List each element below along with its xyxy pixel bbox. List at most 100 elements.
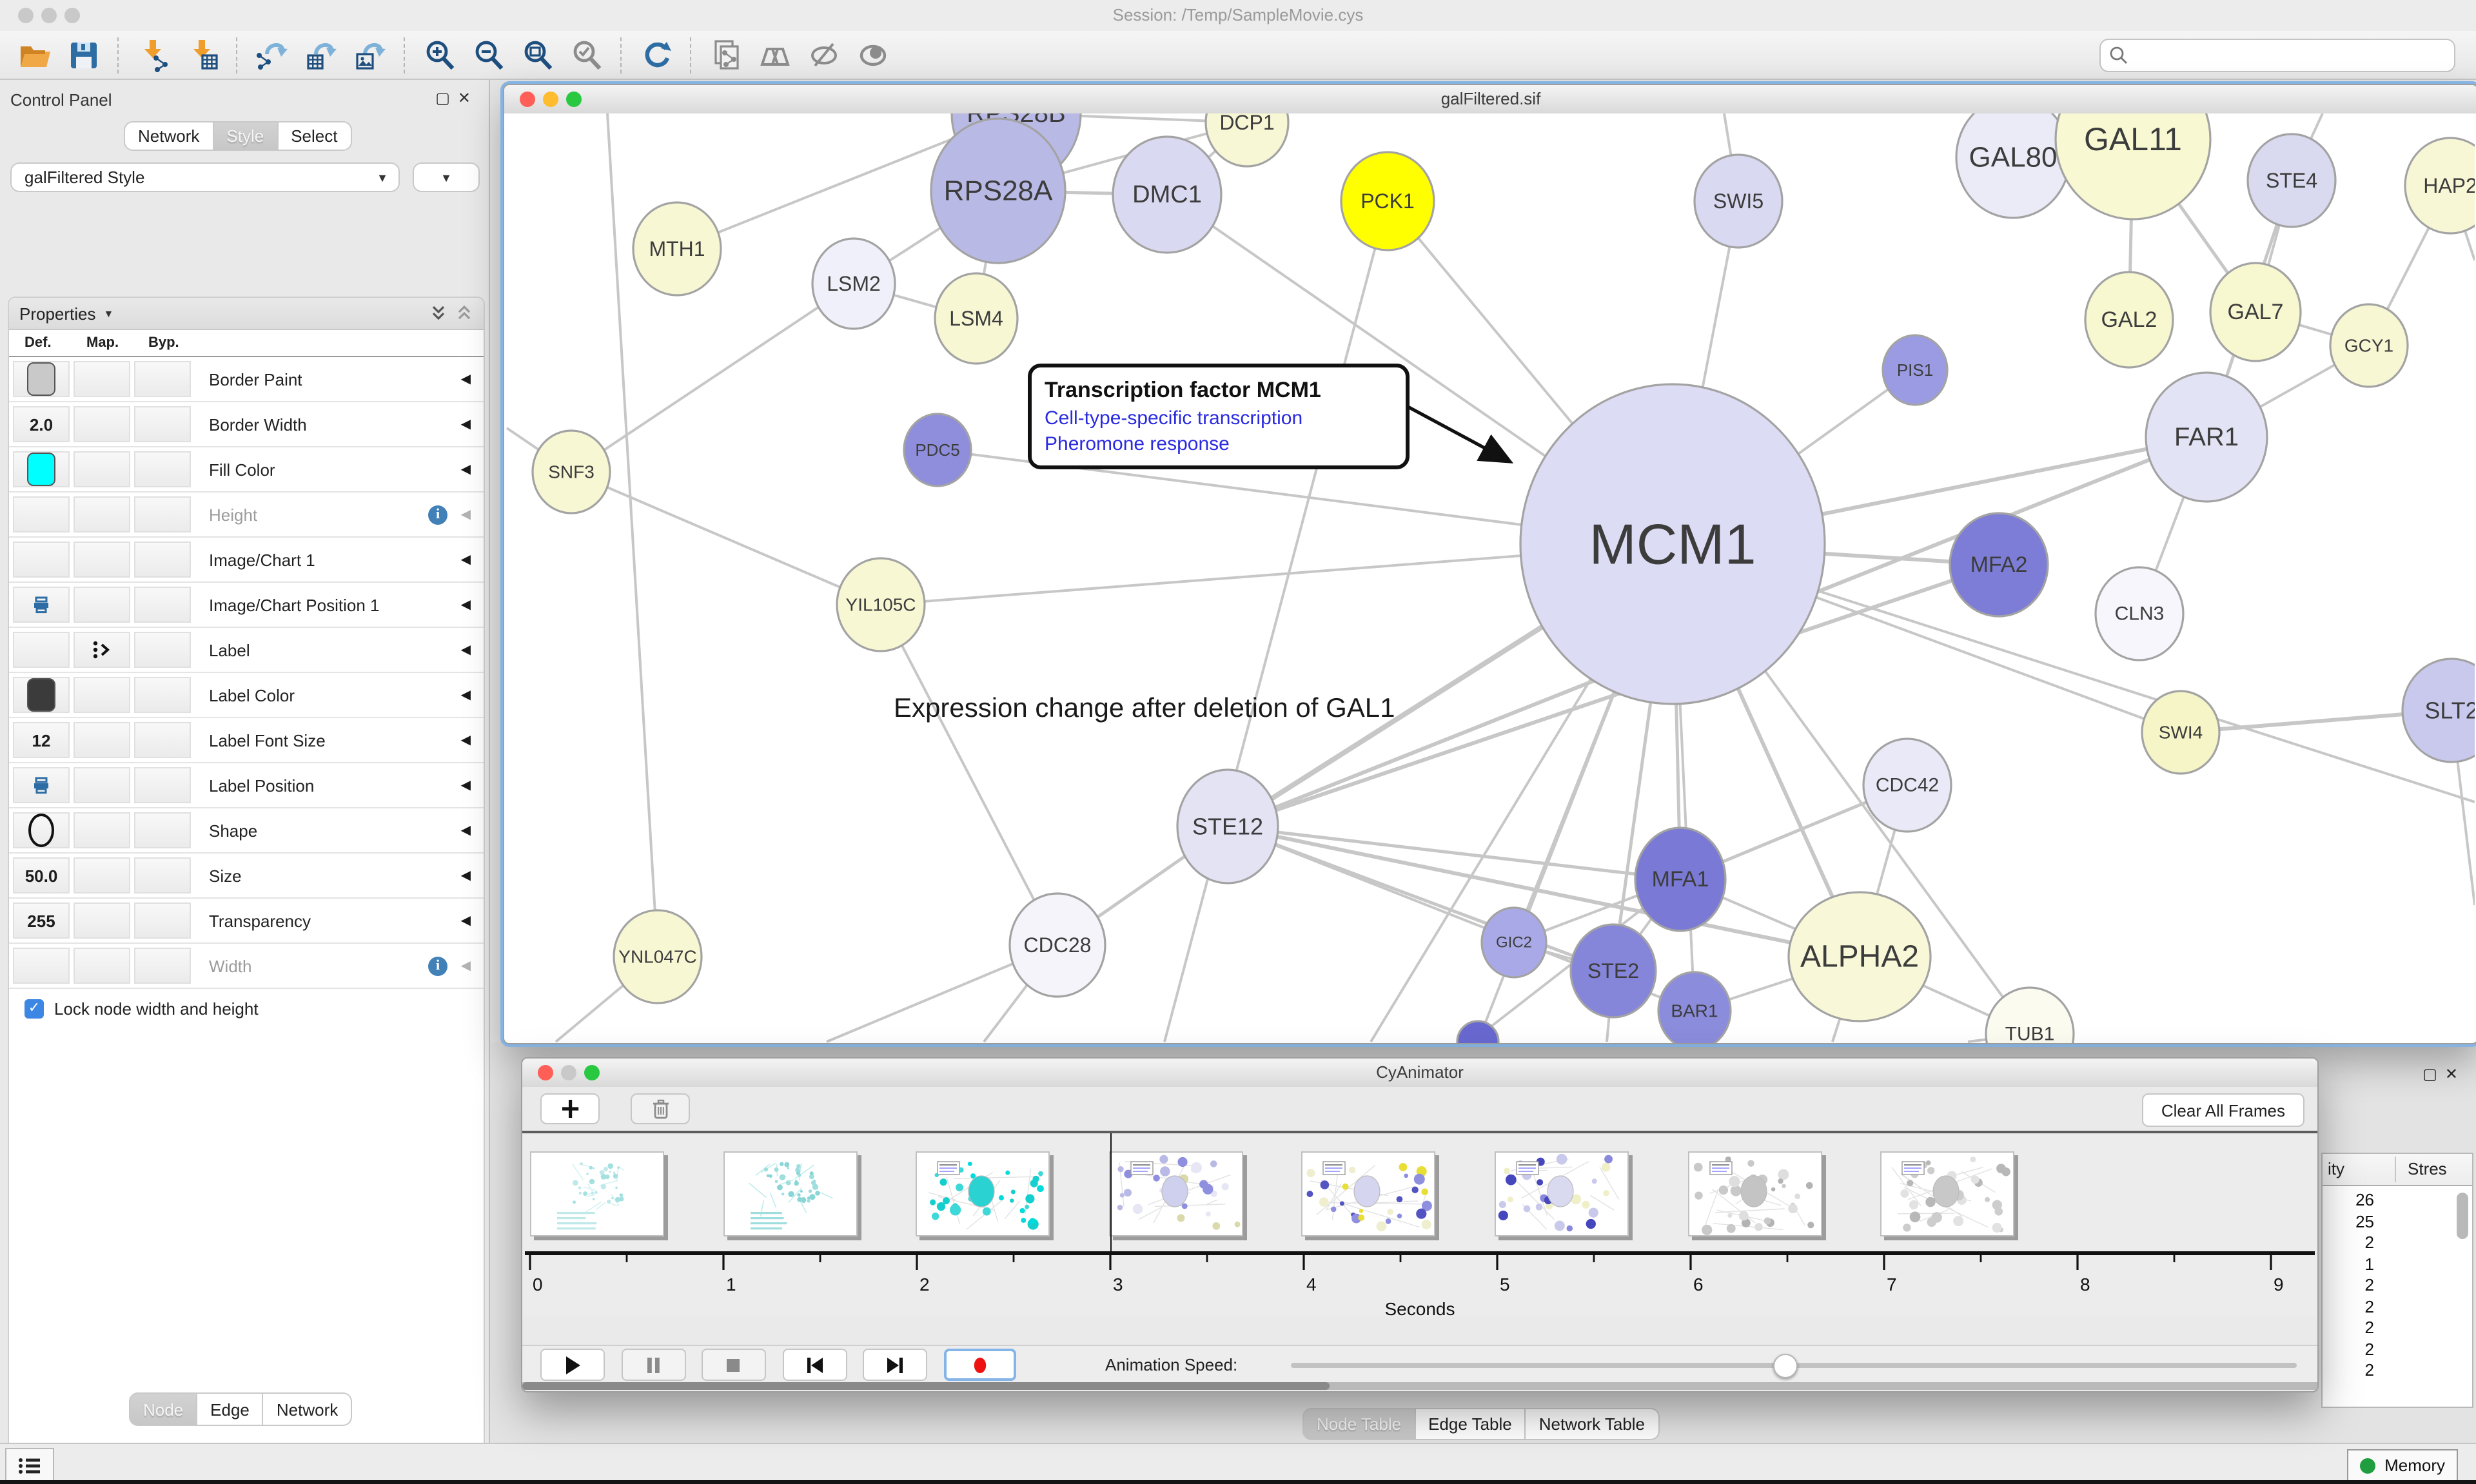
frame-thumbnail-5[interactable] (1495, 1151, 1629, 1236)
node-cdc42[interactable]: CDC42 (1863, 739, 1951, 832)
tab-select[interactable]: Select (278, 121, 351, 151)
node-rps28a[interactable]: RPS28A (931, 119, 1065, 263)
tab-style[interactable]: Style (213, 121, 278, 151)
map-value-cell[interactable] (74, 361, 130, 397)
expand-row-icon[interactable]: ◀ (461, 507, 471, 522)
scrollbar-thumb[interactable] (522, 1382, 1330, 1390)
node-pdc5[interactable]: PDC5 (904, 414, 971, 486)
style-options-button[interactable]: ▼ (413, 162, 480, 192)
close-panel-icon[interactable]: ✕ (2445, 1065, 2466, 1083)
node-ste4[interactable]: STE4 (2248, 134, 2335, 227)
next-frame-button[interactable] (863, 1349, 927, 1381)
property-row-label[interactable]: Label◀ (9, 628, 484, 673)
collapse-all-icon[interactable] (455, 304, 473, 322)
panel-tab-edge[interactable]: Edge (197, 1392, 264, 1426)
def-value-cell[interactable] (13, 587, 70, 623)
network-canvas[interactable]: RPS28BDCP1RPS28ADMC1PCK1SWI5GAL80GAL11ST… (504, 113, 2476, 1043)
timeline-scrollbar[interactable] (522, 1382, 2317, 1390)
node-mfa2[interactable]: MFA2 (1950, 513, 2048, 616)
map-value-cell[interactable] (74, 812, 130, 848)
network-window-titlebar[interactable]: galFiltered.sif (504, 85, 2476, 115)
property-row-image-chart-position-1[interactable]: Image/Chart Position 1◀ (9, 583, 484, 628)
byp-value-cell[interactable] (134, 361, 191, 397)
property-row-height[interactable]: Heighti◀ (9, 493, 484, 538)
tab-network[interactable]: Network (124, 121, 213, 151)
property-row-label-position[interactable]: Label Position◀ (9, 763, 484, 808)
byp-value-cell[interactable] (134, 496, 191, 532)
node-gal80[interactable]: GAL80 (1956, 113, 2070, 218)
save-session-icon[interactable] (64, 35, 103, 74)
open-session-icon[interactable] (15, 35, 54, 74)
node-ynl047c[interactable]: YNL047C (614, 910, 702, 1003)
node-mfa1[interactable]: MFA1 (1635, 828, 1725, 931)
map-value-cell[interactable] (74, 767, 130, 803)
table-scrollbar[interactable] (2457, 1193, 2468, 1239)
import-network-icon[interactable] (134, 35, 173, 74)
column-header-stress[interactable]: Stres (2408, 1159, 2447, 1178)
expand-row-icon[interactable]: ◀ (461, 778, 471, 792)
stop-button[interactable] (702, 1349, 766, 1381)
node-lsm4[interactable]: LSM4 (935, 273, 1017, 364)
expand-row-icon[interactable]: ◀ (461, 959, 471, 973)
def-value-cell[interactable]: 50.0 (13, 857, 70, 893)
expand-row-icon[interactable]: ◀ (461, 598, 471, 612)
frame-thumbnail-2[interactable] (916, 1151, 1050, 1236)
show-graphics-details-icon[interactable] (854, 35, 892, 74)
lock-size-checkbox[interactable]: ✓ (25, 999, 44, 1019)
find-icon[interactable] (756, 35, 794, 74)
map-value-cell[interactable] (74, 722, 130, 758)
hide-graphics-details-icon[interactable] (805, 35, 843, 74)
export-network-icon[interactable] (253, 35, 291, 74)
zoom-out-icon[interactable] (469, 35, 508, 74)
frame-thumbnail-7[interactable] (1880, 1151, 2014, 1236)
frame-thumbnail-6[interactable] (1687, 1151, 1822, 1236)
map-value-cell[interactable] (74, 857, 130, 893)
property-row-width[interactable]: Widthi◀ (9, 944, 484, 989)
expand-row-icon[interactable]: ◀ (461, 462, 471, 476)
panel-tab-network[interactable]: Network (264, 1392, 352, 1426)
def-value-cell[interactable]: 255 (13, 903, 70, 939)
pause-button[interactable] (621, 1349, 685, 1381)
slider-thumb[interactable] (1773, 1354, 1798, 1378)
info-icon[interactable]: i (428, 956, 447, 975)
node-pis1[interactable]: PIS1 (1883, 335, 1947, 405)
map-value-cell[interactable] (74, 903, 130, 939)
node-dmc1[interactable]: DMC1 (1113, 137, 1221, 253)
cyanimator-titlebar[interactable]: CyAnimator (522, 1059, 2317, 1088)
node-hap2[interactable]: HAP2 (2405, 138, 2475, 233)
node-swi5[interactable]: SWI5 (1695, 155, 1782, 248)
node-mth1[interactable]: MTH1 (633, 202, 721, 295)
node-swi4[interactable]: SWI4 (2142, 691, 2219, 774)
column-divider[interactable] (2395, 1157, 2396, 1182)
column-header-connectivity[interactable]: ity (2328, 1159, 2344, 1178)
map-value-cell[interactable] (74, 948, 130, 984)
map-value-cell[interactable] (74, 496, 130, 532)
byp-value-cell[interactable] (134, 903, 191, 939)
float-panel-icon[interactable]: ▢ (2422, 1065, 2445, 1083)
zoom-selected-icon[interactable] (567, 35, 606, 74)
def-value-cell[interactable] (13, 948, 70, 984)
def-value-cell[interactable]: 2.0 (13, 406, 70, 442)
node-gal2[interactable]: GAL2 (2085, 272, 2173, 367)
byp-value-cell[interactable] (134, 406, 191, 442)
refresh-view-icon[interactable] (637, 35, 676, 74)
node-gcy1[interactable]: GCY1 (2330, 304, 2408, 387)
node-ste2[interactable]: STE2 (1571, 924, 1656, 1017)
frame-thumbnail-1[interactable] (723, 1151, 857, 1236)
property-row-fill-color[interactable]: Fill Color◀ (9, 447, 484, 493)
property-row-border-paint[interactable]: Border Paint◀ (9, 357, 484, 402)
animation-speed-slider[interactable] (1291, 1363, 2297, 1368)
def-value-cell[interactable] (13, 496, 70, 532)
play-button[interactable] (540, 1349, 605, 1381)
frame-thumbnail-0[interactable] (530, 1151, 664, 1236)
memory-button[interactable]: Memory (2347, 1449, 2458, 1481)
info-icon[interactable]: i (428, 505, 447, 524)
map-value-cell[interactable] (74, 406, 130, 442)
def-value-cell[interactable] (13, 451, 70, 487)
expand-row-icon[interactable]: ◀ (461, 868, 471, 883)
frame-thumbnail-3[interactable] (1109, 1151, 1243, 1236)
expand-row-icon[interactable]: ◀ (461, 688, 471, 702)
node-bar1[interactable]: BAR1 (1658, 972, 1731, 1043)
byp-value-cell[interactable] (134, 948, 191, 984)
animation-timeline[interactable]: 0123456789 Seconds (522, 1133, 2317, 1316)
